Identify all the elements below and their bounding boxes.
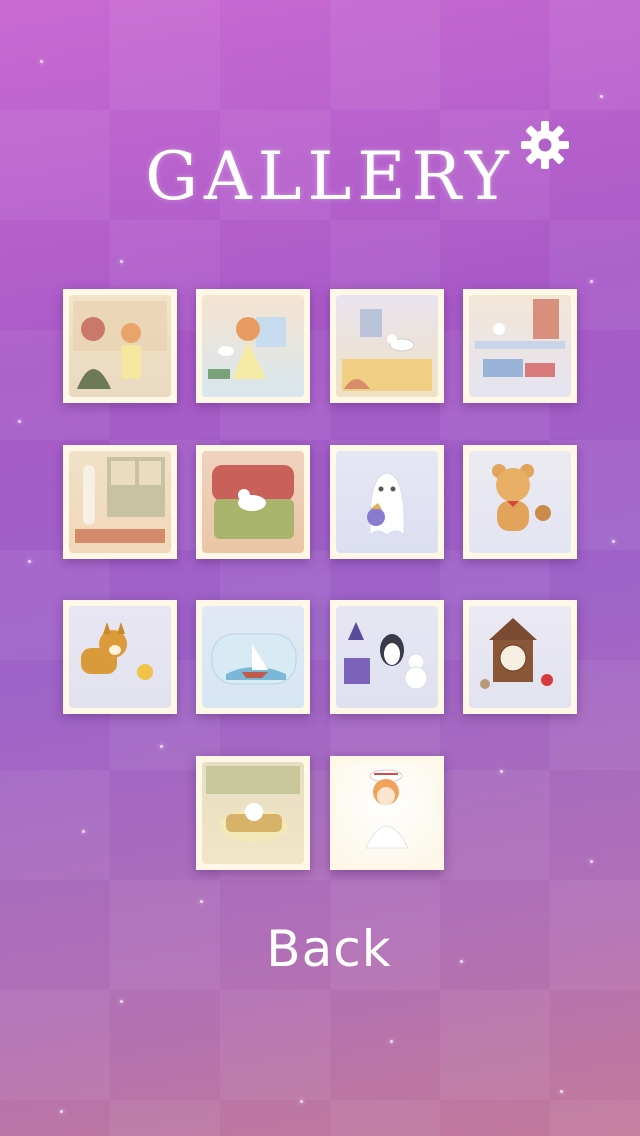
scene-image <box>75 457 165 543</box>
gallery-item-13[interactable] <box>196 756 310 870</box>
scene-image <box>342 309 432 391</box>
gallery-item-8[interactable] <box>463 445 577 559</box>
gallery-item-2[interactable] <box>196 289 310 403</box>
gallery-item-5[interactable] <box>63 445 177 559</box>
gallery-item-12[interactable] <box>463 600 577 714</box>
scene-image <box>211 633 297 685</box>
gear-icon <box>521 121 569 169</box>
scene-image <box>212 465 294 539</box>
gallery-item-10[interactable] <box>196 600 310 714</box>
scene-image <box>480 618 553 689</box>
scene-image <box>81 622 153 680</box>
gallery-item-3[interactable] <box>330 289 444 403</box>
gallery-item-6[interactable] <box>196 445 310 559</box>
scene-image <box>208 317 286 379</box>
scene-image <box>367 472 405 537</box>
scene-image <box>365 769 409 849</box>
scene-image <box>492 464 551 531</box>
scene-image <box>344 622 428 690</box>
gallery-item-9[interactable] <box>63 600 177 714</box>
back-button[interactable]: Back <box>0 920 640 978</box>
gallery-item-7[interactable] <box>330 445 444 559</box>
gallery-item-14[interactable] <box>330 756 444 870</box>
gallery-item-1[interactable] <box>63 289 177 403</box>
scene-image <box>475 299 565 377</box>
scene-image <box>73 301 167 389</box>
gallery-item-4[interactable] <box>463 289 577 403</box>
scene-image <box>206 766 300 842</box>
settings-button[interactable] <box>518 118 572 172</box>
gallery-item-11[interactable] <box>330 600 444 714</box>
